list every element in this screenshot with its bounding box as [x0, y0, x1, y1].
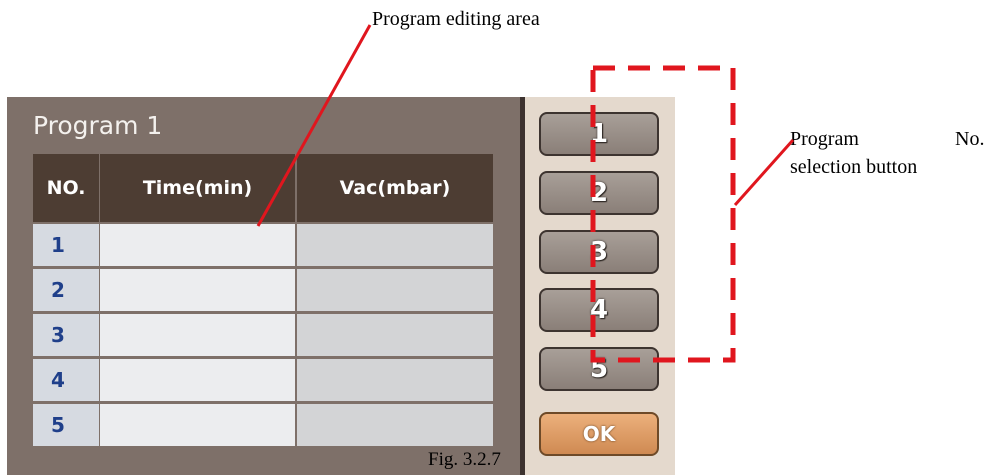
- selection-buttons-highlight-box: [590, 65, 736, 363]
- selection-pointer-line: [733, 139, 795, 206]
- figure-caption: Fig. 3.2.7: [428, 449, 501, 470]
- editing-area-pointer-line: [256, 24, 372, 227]
- annotation-overlay: [256, 24, 795, 363]
